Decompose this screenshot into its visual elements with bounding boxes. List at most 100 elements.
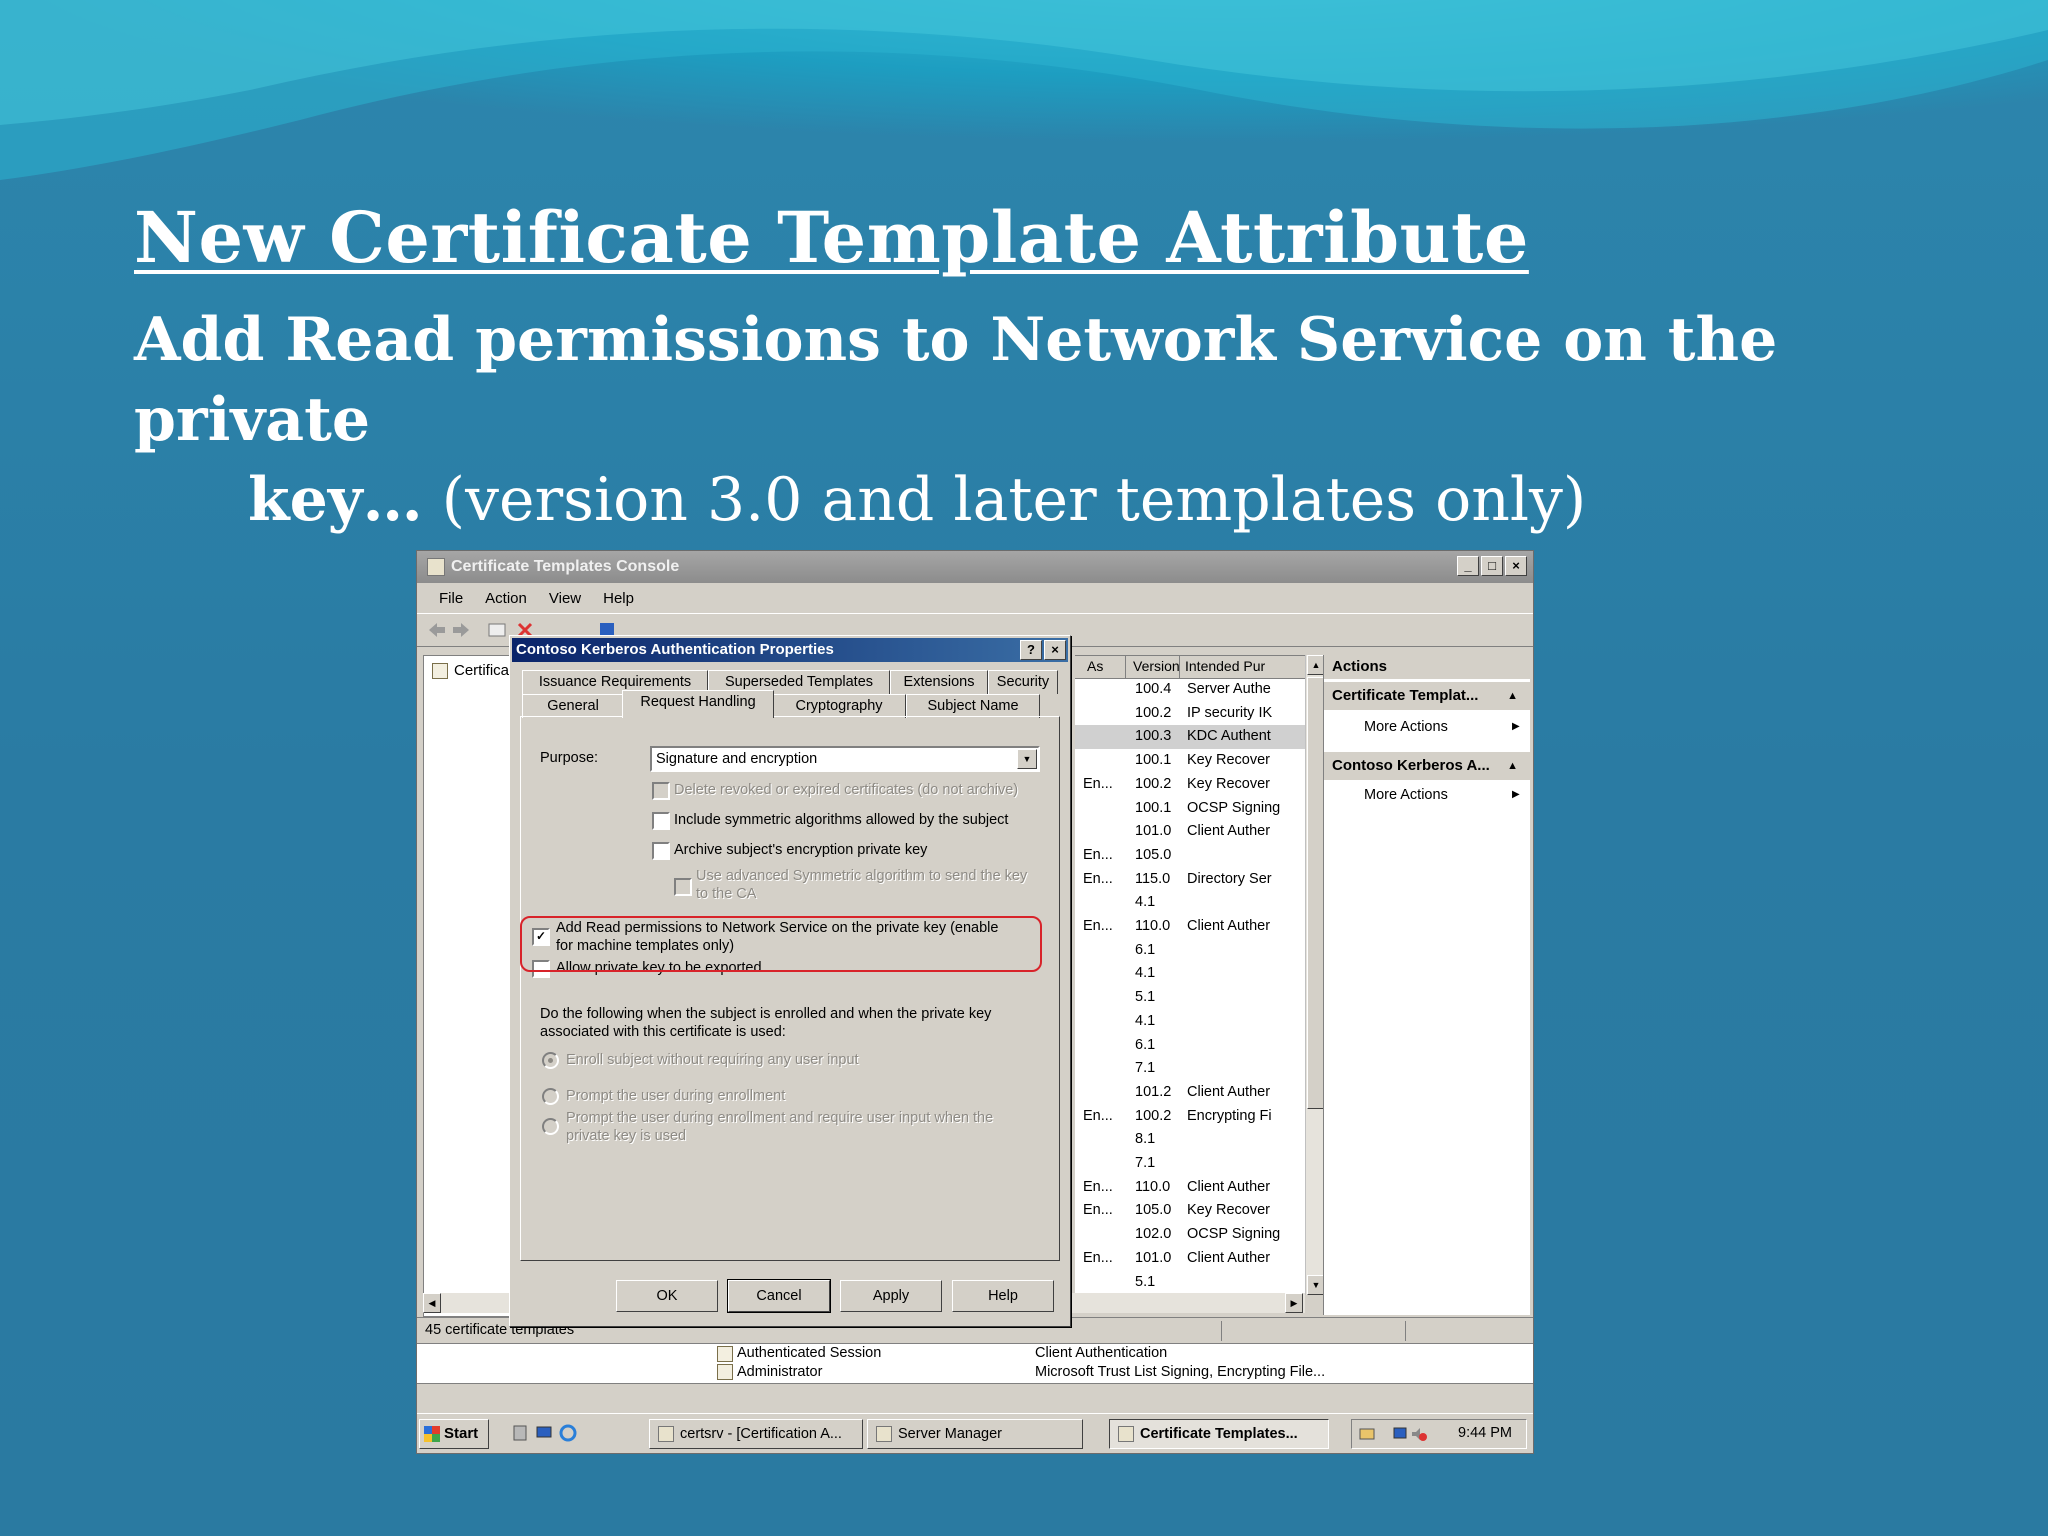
- internet-explorer-icon[interactable]: [559, 1424, 577, 1442]
- actions-group-contoso-kerberos[interactable]: Contoso Kerberos A... ▲: [1324, 751, 1530, 780]
- table-row[interactable]: 4.1: [1075, 891, 1305, 915]
- table-row[interactable]: 101.2 Client Auther: [1075, 1081, 1305, 1105]
- table-row[interactable]: En... 115.0 Directory Ser: [1075, 868, 1305, 892]
- table-row[interactable]: 6.1: [1075, 939, 1305, 963]
- table-row[interactable]: 100.1 OCSP Signing: [1075, 797, 1305, 821]
- table-row[interactable]: En... 101.0 Client Auther: [1075, 1247, 1305, 1271]
- tab-request-handling[interactable]: Request Handling: [622, 690, 774, 718]
- windows-flag-icon: [424, 1426, 440, 1442]
- computer-network-icon[interactable]: [1392, 1425, 1410, 1443]
- menu-view[interactable]: View: [541, 588, 589, 609]
- table-row[interactable]: En... 100.2 Key Recover: [1075, 773, 1305, 797]
- table-row[interactable]: 5.1: [1075, 986, 1305, 1010]
- enroll-no-input-radio[interactable]: [542, 1052, 559, 1069]
- maximize-button[interactable]: □: [1481, 556, 1503, 576]
- symmetric-checkbox[interactable]: [652, 812, 670, 830]
- start-button[interactable]: Start: [419, 1419, 489, 1449]
- show-tree-icon[interactable]: [487, 621, 507, 639]
- server-manager-quicklaunch-icon[interactable]: [511, 1424, 529, 1442]
- cell-intended-purpose: Client Auther: [1187, 823, 1271, 840]
- scroll-right-arrow[interactable]: ▶: [1285, 1293, 1303, 1313]
- table-row[interactable]: En... 105.0: [1075, 844, 1305, 868]
- table-row[interactable]: En... 110.0 Client Auther: [1075, 1176, 1305, 1200]
- column-header-as[interactable]: As: [1087, 658, 1103, 674]
- menu-file[interactable]: File: [431, 588, 471, 609]
- dialog-titlebar: Contoso Kerberos Authentication Properti…: [512, 638, 1068, 662]
- table-row[interactable]: 100.4 Server Authe: [1075, 678, 1305, 702]
- advanced-symmetric-checkbox[interactable]: [674, 878, 692, 896]
- apply-button[interactable]: Apply: [840, 1280, 942, 1312]
- table-row[interactable]: En... 100.2 Encrypting Fi: [1075, 1105, 1305, 1129]
- taskbar-item-server-manager[interactable]: Server Manager: [867, 1419, 1083, 1449]
- table-row[interactable]: 8.1: [1075, 1128, 1305, 1152]
- tab-cryptography[interactable]: Cryptography: [772, 694, 906, 718]
- forward-arrow-icon[interactable]: [451, 621, 471, 639]
- table-row[interactable]: En... 105.0 Key Recover: [1075, 1199, 1305, 1223]
- tab-subject-name[interactable]: Subject Name: [906, 694, 1040, 718]
- cancel-button[interactable]: Cancel: [727, 1279, 831, 1313]
- actions-group-label: Certificate Templat...: [1332, 687, 1479, 704]
- close-button[interactable]: ×: [1044, 640, 1066, 660]
- column-header-version[interactable]: Version: [1133, 658, 1180, 674]
- table-row[interactable]: 7.1: [1075, 1152, 1305, 1176]
- help-button[interactable]: ?: [1020, 640, 1042, 660]
- cell-version: 6.1: [1135, 941, 1156, 958]
- close-button[interactable]: ×: [1505, 556, 1527, 576]
- taskbar-item-certsrv[interactable]: certsrv - [Certification A...: [649, 1419, 863, 1449]
- table-row[interactable]: 102.0 OCSP Signing: [1075, 1223, 1305, 1247]
- bottom-row-name[interactable]: Administrator: [737, 1364, 822, 1380]
- cell-intended-purpose: Client Auther: [1187, 918, 1271, 934]
- more-actions-item[interactable]: More Actions ▶: [1364, 719, 1520, 735]
- purpose-select[interactable]: Signature and encryption ▼: [650, 746, 1040, 772]
- chevron-down-icon[interactable]: ▼: [1017, 749, 1037, 769]
- table-row[interactable]: 100.2 IP security IK: [1075, 702, 1305, 726]
- cell-version: 7.1: [1135, 1155, 1156, 1171]
- prompt-user-radio[interactable]: [542, 1088, 559, 1105]
- cell-intended-purpose: OCSP Signing: [1187, 1226, 1281, 1243]
- archive-key-checkbox[interactable]: [652, 842, 670, 860]
- slide-subtitle: Add Read permissions to Network Service …: [134, 300, 1954, 540]
- delete-revoked-checkbox[interactable]: [652, 782, 670, 800]
- tree-item-certificate-templates[interactable]: Certifica: [432, 662, 509, 679]
- back-arrow-icon[interactable]: [427, 621, 447, 639]
- table-row[interactable]: 6.1: [1075, 1034, 1305, 1058]
- cell-intended-purpose: Key Recover: [1187, 1202, 1271, 1219]
- bottom-row-name[interactable]: Authenticated Session: [737, 1345, 881, 1361]
- desktop-quicklaunch-icon[interactable]: [535, 1424, 553, 1442]
- more-actions-item[interactable]: More Actions ▶: [1364, 787, 1520, 803]
- submenu-arrow-icon: ▶: [1512, 721, 1520, 732]
- table-row[interactable]: En... 110.0 Client Auther: [1075, 915, 1305, 939]
- prompt-require-input-radio[interactable]: [542, 1118, 559, 1135]
- column-header-intended-purpose[interactable]: Intended Pur: [1185, 658, 1265, 674]
- clock[interactable]: 9:44 PM: [1458, 1425, 1512, 1441]
- volume-muted-icon[interactable]: [1410, 1425, 1428, 1443]
- network-icon[interactable]: [1358, 1425, 1376, 1443]
- cell-as: En...: [1083, 775, 1113, 792]
- tab-general[interactable]: General: [522, 694, 624, 718]
- scroll-left-arrow[interactable]: ◀: [423, 1293, 441, 1313]
- app-icon: [876, 1426, 892, 1442]
- table-row[interactable]: 100.3 KDC Authent: [1075, 725, 1305, 750]
- taskbar-item-certificate-templates[interactable]: Certificate Templates...: [1109, 1419, 1329, 1449]
- dialog-help-button[interactable]: Help: [952, 1280, 1054, 1312]
- table-row[interactable]: 7.1: [1075, 1057, 1305, 1081]
- menu-action[interactable]: Action: [477, 588, 535, 609]
- collapse-icon[interactable]: ▲: [1507, 752, 1518, 780]
- template-list: As Version Intended Pur 100.4 Server Auth…: [1075, 655, 1305, 1296]
- enroll-description-2: associated with this certificate is used…: [540, 1024, 786, 1040]
- menu-help[interactable]: Help: [595, 588, 642, 609]
- scroll-thumb[interactable]: [1307, 677, 1324, 1109]
- cell-version: 102.0: [1135, 1226, 1172, 1243]
- table-row[interactable]: 100.1 Key Recover: [1075, 749, 1305, 773]
- tab-security[interactable]: Security: [988, 670, 1058, 694]
- collapse-icon[interactable]: ▲: [1507, 682, 1518, 710]
- table-row[interactable]: 4.1: [1075, 962, 1305, 986]
- minimize-button[interactable]: _: [1457, 556, 1479, 576]
- tab-extensions[interactable]: Extensions: [890, 670, 988, 694]
- table-row[interactable]: 101.0 Client Auther: [1075, 820, 1305, 844]
- ok-button[interactable]: OK: [616, 1280, 718, 1312]
- actions-group-certificate-templates[interactable]: Certificate Templat... ▲: [1324, 681, 1530, 710]
- actions-pane: Actions Certificate Templat... ▲ More Ac…: [1323, 655, 1530, 1315]
- table-row[interactable]: 5.1: [1075, 1271, 1305, 1295]
- table-row[interactable]: 4.1: [1075, 1010, 1305, 1034]
